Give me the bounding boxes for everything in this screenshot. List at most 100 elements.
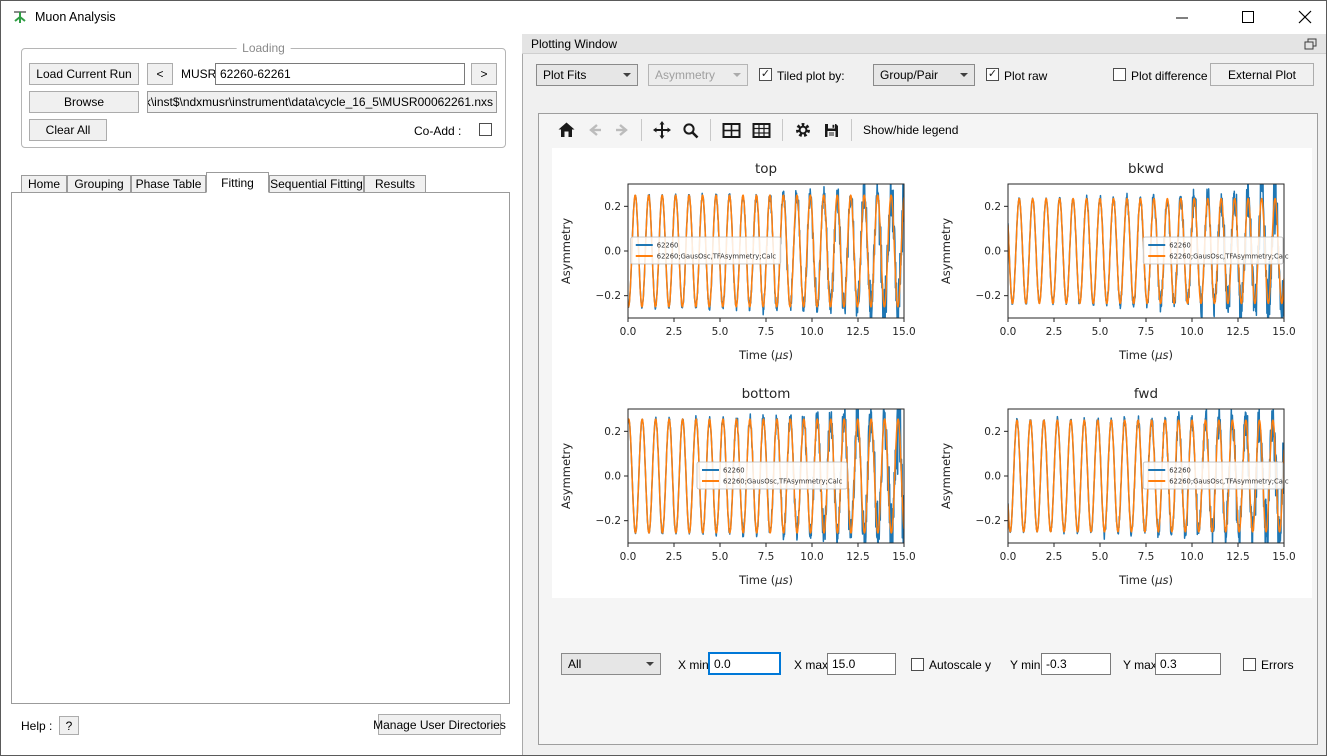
svg-text:12.5: 12.5: [1226, 551, 1249, 563]
pan-icon[interactable]: [653, 121, 671, 139]
errors-checkbox[interactable]: [1243, 658, 1256, 671]
tab-phase-table[interactable]: Phase Table: [131, 175, 206, 193]
subplot-fwd[interactable]: fwdAsymmetryTime (μs)0.02.55.07.510.012.…: [932, 373, 1312, 598]
subplot-title: bottom: [742, 386, 791, 402]
forward-icon[interactable]: [614, 122, 630, 138]
svg-text:−0.2: −0.2: [596, 515, 622, 527]
y-axis-label: Asymmetry: [559, 218, 573, 284]
svg-text:7.5: 7.5: [1138, 551, 1155, 563]
window-titlebar: Muon Analysis: [1, 1, 1326, 33]
plot-scope-select[interactable]: All: [561, 653, 661, 675]
svg-text:5.0: 5.0: [712, 551, 729, 563]
clear-all-button[interactable]: Clear All: [29, 119, 107, 141]
plot-type-select[interactable]: Plot Fits: [536, 64, 638, 86]
tab-home[interactable]: Home: [21, 175, 67, 193]
plotting-dock-title: Plotting Window: [531, 37, 617, 51]
svg-text:5.0: 5.0: [1092, 326, 1109, 338]
save-icon[interactable]: [823, 122, 840, 139]
browse-button[interactable]: Browse: [29, 91, 139, 113]
tab-results[interactable]: Results: [364, 175, 426, 193]
help-label: Help :: [21, 719, 52, 733]
svg-text:−0.2: −0.2: [976, 290, 1002, 302]
svg-text:0.2: 0.2: [984, 201, 1001, 213]
subplot-title: bkwd: [1128, 161, 1164, 177]
float-dock-icon[interactable]: [1304, 38, 1317, 50]
close-icon: [1298, 10, 1312, 24]
svg-text:62260;GausOsc,TFAsymmetry;Calc: 62260;GausOsc,TFAsymmetry;Calc: [723, 478, 843, 486]
tile-grid-icon[interactable]: [722, 122, 741, 139]
plot-difference-checkbox[interactable]: [1113, 68, 1126, 81]
file-path-field[interactable]: is.cclrc.ac.uk\inst$\ndxmusr\instrument\…: [147, 91, 497, 113]
x-max-input[interactable]: [827, 653, 896, 675]
subplot-bkwd[interactable]: bkwdAsymmetryTime (μs)0.02.55.07.510.012…: [932, 148, 1312, 373]
toolbar-separator: [710, 119, 711, 141]
tiled-plot-checkbox[interactable]: ✓: [759, 68, 772, 81]
minimize-button[interactable]: [1159, 1, 1205, 32]
load-current-run-button[interactable]: Load Current Run: [29, 63, 139, 85]
home-icon[interactable]: [557, 121, 576, 139]
svg-text:2.5: 2.5: [666, 326, 683, 338]
manage-user-directories-button[interactable]: Manage User Directories: [378, 714, 501, 735]
svg-text:0.0: 0.0: [984, 246, 1001, 258]
subplot-top[interactable]: topAsymmetryTime (μs)0.02.55.07.510.012.…: [552, 148, 932, 373]
zoom-icon[interactable]: [682, 122, 699, 139]
svg-text:0.0: 0.0: [604, 471, 621, 483]
y-min-input[interactable]: [1041, 653, 1111, 675]
previous-run-button[interactable]: <: [147, 63, 173, 85]
svg-text:−0.2: −0.2: [976, 515, 1002, 527]
muon-analysis-window: Muon Analysis Loading Load Current Run <…: [0, 0, 1327, 756]
svg-text:10.0: 10.0: [800, 551, 823, 563]
svg-text:62260;GausOsc,TFAsymmetry;Calc: 62260;GausOsc,TFAsymmetry;Calc: [1169, 253, 1289, 261]
plot-legend: 6226062260;GausOsc,TFAsymmetry;Calc: [1143, 462, 1289, 489]
svg-text:0.0: 0.0: [1000, 551, 1017, 563]
maximize-button[interactable]: [1225, 1, 1271, 32]
subplot-bottom[interactable]: bottomAsymmetryTime (μs)0.02.55.07.510.0…: [552, 373, 932, 598]
svg-text:5.0: 5.0: [1092, 551, 1109, 563]
instrument-label: MUSR: [181, 67, 216, 81]
x-min-input[interactable]: [708, 652, 781, 675]
x-max-label: X max: [794, 658, 828, 672]
fitting-tab-panel: [11, 192, 510, 704]
svg-text:0.2: 0.2: [984, 426, 1001, 438]
svg-text:12.5: 12.5: [846, 551, 869, 563]
autoscale-y-checkbox[interactable]: [911, 658, 924, 671]
svg-text:0.0: 0.0: [984, 471, 1001, 483]
x-axis-label: Time (μs): [738, 573, 793, 587]
tab-grouping[interactable]: Grouping: [67, 175, 131, 193]
figure-canvas[interactable]: topAsymmetryTime (μs)0.02.55.07.510.012.…: [552, 148, 1312, 598]
errors-label: Errors: [1261, 658, 1294, 672]
svg-text:10.0: 10.0: [1180, 326, 1203, 338]
help-button[interactable]: ?: [59, 716, 79, 735]
close-button[interactable]: [1282, 1, 1327, 32]
tiled-by-value: Group/Pair: [880, 68, 938, 82]
show-hide-legend-button[interactable]: Show/hide legend: [863, 123, 958, 137]
minimize-icon: [1175, 10, 1189, 24]
svg-text:12.5: 12.5: [846, 326, 869, 338]
x-min-label: X min: [678, 658, 709, 672]
svg-text:62260: 62260: [1169, 242, 1191, 250]
subplot-config-icon[interactable]: [752, 122, 771, 139]
back-icon[interactable]: [587, 122, 603, 138]
svg-text:62260;GausOsc,TFAsymmetry;Calc: 62260;GausOsc,TFAsymmetry;Calc: [657, 253, 777, 261]
y-max-input[interactable]: [1155, 653, 1221, 675]
svg-text:62260: 62260: [1169, 467, 1191, 475]
plot-toolbar: Show/hide legend: [557, 116, 958, 144]
settings-gear-icon[interactable]: [794, 121, 812, 139]
loading-group-label: Loading: [236, 41, 291, 55]
tab-fitting[interactable]: Fitting: [206, 172, 269, 193]
tab-sequential-fitting[interactable]: Sequential Fitting: [269, 175, 364, 193]
co-add-checkbox[interactable]: [479, 123, 492, 136]
svg-text:7.5: 7.5: [758, 551, 775, 563]
svg-text:7.5: 7.5: [758, 326, 775, 338]
plot-raw-checkbox[interactable]: ✓: [986, 68, 999, 81]
external-plot-button[interactable]: External Plot: [1210, 63, 1314, 86]
plotting-dock-titlebar: Plotting Window: [522, 34, 1327, 54]
plot-difference-label: Plot difference: [1131, 69, 1208, 83]
svg-text:0.2: 0.2: [604, 201, 621, 213]
svg-text:62260: 62260: [723, 467, 745, 475]
svg-text:−0.2: −0.2: [596, 290, 622, 302]
svg-text:15.0: 15.0: [1272, 551, 1295, 563]
tiled-by-select[interactable]: Group/Pair: [873, 64, 975, 86]
next-run-button[interactable]: >: [471, 63, 497, 85]
run-number-input[interactable]: [215, 63, 465, 85]
